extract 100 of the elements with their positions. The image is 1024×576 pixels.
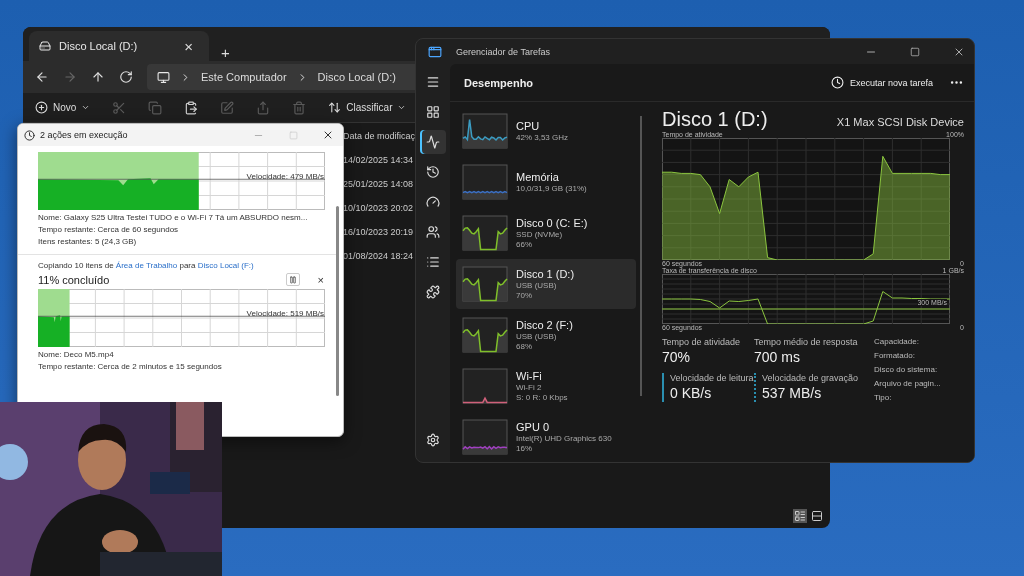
stat-label: Tempo médio de resposta — [754, 337, 859, 347]
stat-label: Velocidade de gravação — [762, 372, 860, 383]
resource-info: 68% — [516, 342, 533, 351]
destination-link[interactable]: Disco Local (F:) — [197, 261, 254, 270]
device-name: X1 Max SCSI Disk Device — [836, 116, 964, 128]
resource-info: 16% — [516, 444, 533, 453]
disk-title: Disco 1 (D:) — [662, 108, 768, 131]
resource-info: 70% — [516, 291, 533, 300]
usage-thumbnail — [462, 368, 508, 404]
menu-icon — [426, 75, 440, 89]
refresh-icon[interactable] — [119, 70, 133, 84]
usage-thumbnail — [462, 317, 508, 353]
resource-info: 66% — [516, 240, 533, 249]
pulse-icon — [426, 135, 440, 149]
page-title: Desempenho — [464, 76, 535, 89]
transfer-detail: Tempo restante: Cerca de 2 minutos e 15 segundos — [38, 362, 223, 371]
clock-icon — [830, 76, 844, 89]
drive-icon — [39, 40, 51, 52]
resource-name: Memória — [516, 171, 560, 183]
close-icon[interactable] — [322, 129, 334, 141]
puzzle-icon — [426, 285, 440, 299]
resource-item[interactable]: Disco 0 (C: E:) SSD (NVMe) 66% — [456, 208, 636, 258]
resource-info: S: 0 R: 0 Kbps — [516, 393, 568, 402]
gauge-icon — [426, 195, 440, 209]
caret-icon — [81, 103, 91, 112]
new-button[interactable]: Novo — [35, 101, 91, 114]
date-cell-text: 10/10/2023 20:02 — [343, 202, 414, 213]
users-icon — [426, 225, 440, 239]
breadcrumb-item[interactable]: Este Computador — [201, 71, 287, 83]
stat-value: 0 KB/s — [670, 384, 713, 401]
tiles-view-icon[interactable] — [810, 509, 824, 523]
speed-label: Velocidade: 479 MB/s — [246, 172, 324, 181]
transfer-detail: Nome: Galaxy S25 Ultra Testei TUDO e o Wi-Fi 7 Tá um ABSURDO nesm... — [38, 213, 309, 222]
usage-thumbnail — [462, 164, 508, 200]
resource-info: Wi-Fi 2 — [516, 383, 543, 392]
speed-label: Velocidade: 519 MB/s — [246, 309, 324, 318]
pulse-tab[interactable] — [420, 130, 446, 154]
resource-item[interactable]: Memória 10,0/31,9 GB (31%) — [456, 157, 636, 207]
grid-icon — [426, 105, 440, 119]
resource-name: Disco 2 (F:) — [516, 319, 573, 331]
resource-name: Disco 1 (D:) — [516, 268, 575, 280]
usage-thumbnail — [462, 215, 508, 251]
window-title: Gerenciador de Tarefas — [456, 46, 551, 57]
resource-item[interactable]: GPU 0 Intel(R) UHD Graphics 630 16% — [456, 412, 636, 462]
transfer-detail: Itens restantes: 5 (24,3 GB) — [38, 237, 138, 246]
resource-name: CPU — [516, 120, 541, 132]
monitor-icon — [157, 70, 170, 84]
transfer-detail: Nome: Deco M5.mp4 — [38, 350, 115, 359]
resource-item[interactable]: Wi-Fi Wi-Fi 2 S: 0 R: 0 Kbps — [456, 361, 636, 411]
resource-info: SSD (NVMe) — [516, 230, 564, 239]
stat-label: Tempo de atividade — [662, 337, 742, 347]
usage-thumbnail — [462, 419, 508, 455]
plus-icon — [35, 101, 48, 114]
resource-info: 10,0/31,9 GB (31%) — [516, 184, 587, 193]
property-label: Formatado: — [874, 351, 916, 360]
stat-label: Velocidade de leitura — [670, 372, 754, 383]
stat-value: 700 ms — [754, 349, 801, 365]
date-cell-text: 16/10/2023 20:19 — [343, 226, 414, 237]
maximize-icon[interactable] — [910, 46, 920, 57]
usage-thumbnail — [462, 113, 508, 149]
source-link[interactable]: Área de Trabalho — [115, 261, 178, 270]
stat-value: 537 MB/s — [762, 384, 823, 401]
date-cell-text: 14/02/2025 14:34 — [343, 154, 414, 165]
new-tab-button[interactable]: + — [215, 44, 236, 61]
pause-icon — [288, 275, 297, 284]
history-icon — [426, 165, 440, 179]
resource-name: Disco 0 (C: E:) — [516, 217, 588, 229]
clock-icon — [24, 129, 35, 141]
run-task-button[interactable]: Executar nova tarefa — [824, 75, 939, 90]
property-label: Disco do sistema: — [874, 365, 939, 374]
usage-thumbnail — [462, 266, 508, 302]
column-header[interactable]: Data de modificaç — [343, 131, 416, 141]
close-tab-button[interactable]: × — [178, 37, 199, 55]
resource-name: Wi-Fi — [516, 370, 543, 382]
resource-info: 42% 3,53 GHz — [516, 133, 569, 142]
sort-button[interactable]: Classificar — [328, 101, 407, 114]
settings-icon — [426, 433, 440, 447]
resource-item[interactable]: Disco 1 (D:) USB (USB) 70% — [456, 259, 636, 309]
resource-info: USB (USB) — [516, 281, 558, 290]
pause-button[interactable] — [285, 273, 300, 286]
resource-info: Intel(R) UHD Graphics 630 — [516, 434, 612, 443]
breadcrumb-item[interactable]: Disco Local (D:) — [317, 71, 396, 83]
window-tab[interactable]: Disco Local (D:) × — [29, 31, 209, 61]
property-label: Tipo: — [874, 393, 893, 402]
transfer-detail: Tempo restante: Cerca de 60 segundos — [38, 225, 180, 234]
date-cell-text: 25/01/2025 14:08 — [343, 178, 414, 189]
property-label: Capacidade: — [874, 337, 920, 346]
property-label: Arquivo de pagin... — [874, 379, 942, 388]
sort-icon — [328, 101, 342, 114]
resource-name: GPU 0 — [516, 421, 550, 433]
caret-icon — [397, 103, 407, 112]
stat-value: 70% — [662, 349, 692, 365]
resource-item[interactable]: CPU 42% 3,53 GHz — [456, 106, 636, 156]
resource-item[interactable]: Disco 2 (F:) USB (USB) 68% — [456, 310, 636, 360]
copy-description: Copiando 10 itens de Área de Trabalho para Disco Local (F:) — [38, 261, 255, 270]
cancel-button[interactable]: × — [313, 273, 328, 286]
app-icon — [428, 44, 442, 59]
resource-info: USB (USB) — [516, 332, 558, 341]
details-view-icon[interactable] — [793, 509, 807, 523]
paste-icon[interactable] — [184, 100, 199, 115]
